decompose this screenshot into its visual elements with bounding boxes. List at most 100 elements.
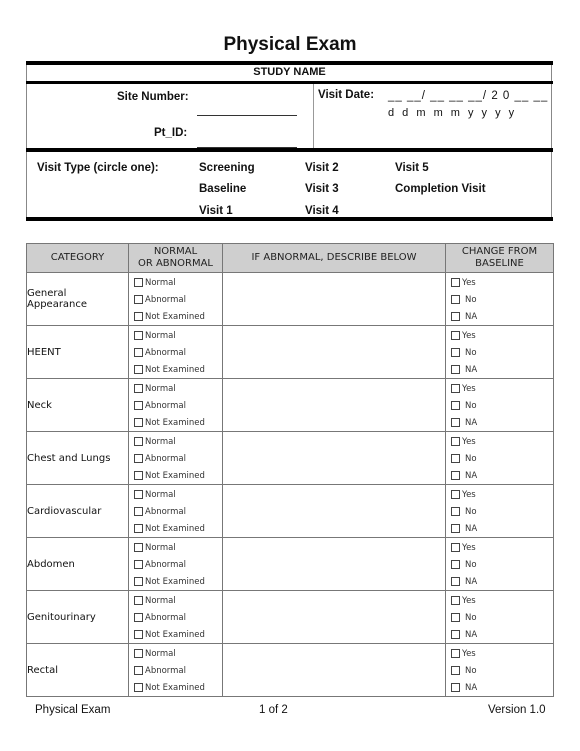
change-option[interactable]: Yes — [451, 274, 553, 291]
status-option[interactable]: Normal — [134, 380, 222, 397]
checkbox-icon[interactable] — [134, 649, 143, 658]
checkbox-icon[interactable] — [451, 365, 460, 374]
checkbox-icon[interactable] — [134, 630, 143, 639]
checkbox-icon[interactable] — [451, 666, 460, 675]
change-option[interactable]: Yes — [451, 486, 553, 503]
checkbox-icon[interactable] — [134, 666, 143, 675]
checkbox-icon[interactable] — [134, 348, 143, 357]
checkbox-icon[interactable] — [451, 613, 460, 622]
change-option[interactable]: Yes — [451, 380, 553, 397]
status-option[interactable]: Abnormal — [134, 556, 222, 573]
status-option[interactable]: Abnormal — [134, 344, 222, 361]
checkbox-icon[interactable] — [451, 418, 460, 427]
status-option[interactable]: Normal — [134, 327, 222, 344]
change-option[interactable]: No — [451, 503, 553, 520]
change-option[interactable]: No — [451, 397, 553, 414]
change-option[interactable]: Yes — [451, 433, 553, 450]
status-option[interactable]: Abnormal — [134, 397, 222, 414]
checkbox-icon[interactable] — [134, 331, 143, 340]
visit-date-field[interactable]: __ __/ __ __ __/ 2 0 __ __ — [388, 90, 548, 102]
checkbox-icon[interactable] — [134, 295, 143, 304]
status-option[interactable]: Normal — [134, 274, 222, 291]
status-option[interactable]: Not Examined — [134, 308, 222, 325]
change-option[interactable]: Yes — [451, 592, 553, 609]
change-option[interactable]: No — [451, 609, 553, 626]
checkbox-icon[interactable] — [134, 524, 143, 533]
checkbox-icon[interactable] — [134, 490, 143, 499]
status-option[interactable]: Abnormal — [134, 450, 222, 467]
status-option[interactable]: Not Examined — [134, 414, 222, 431]
checkbox-icon[interactable] — [451, 560, 460, 569]
describe-field[interactable] — [222, 431, 446, 485]
checkbox-icon[interactable] — [451, 348, 460, 357]
checkbox-icon[interactable] — [134, 596, 143, 605]
checkbox-icon[interactable] — [451, 437, 460, 446]
checkbox-icon[interactable] — [134, 560, 143, 569]
checkbox-icon[interactable] — [134, 454, 143, 463]
change-option[interactable]: NA — [451, 308, 553, 325]
checkbox-icon[interactable] — [134, 384, 143, 393]
visit-type-visit-2[interactable]: Visit 2 — [305, 162, 339, 174]
change-option[interactable]: No — [451, 662, 553, 679]
checkbox-icon[interactable] — [451, 312, 460, 321]
checkbox-icon[interactable] — [451, 490, 460, 499]
change-option[interactable]: Yes — [451, 327, 553, 344]
status-option[interactable]: Not Examined — [134, 467, 222, 484]
change-option[interactable]: NA — [451, 626, 553, 643]
checkbox-icon[interactable] — [134, 683, 143, 692]
visit-type-completion[interactable]: Completion Visit — [395, 183, 486, 195]
checkbox-icon[interactable] — [134, 577, 143, 586]
describe-field[interactable] — [222, 643, 446, 697]
change-option[interactable]: No — [451, 556, 553, 573]
checkbox-icon[interactable] — [134, 365, 143, 374]
checkbox-icon[interactable] — [451, 401, 460, 410]
visit-type-visit-4[interactable]: Visit 4 — [305, 205, 339, 217]
checkbox-icon[interactable] — [451, 454, 460, 463]
change-option[interactable]: No — [451, 344, 553, 361]
status-option[interactable]: Not Examined — [134, 626, 222, 643]
change-option[interactable]: No — [451, 291, 553, 308]
status-option[interactable]: Not Examined — [134, 361, 222, 378]
describe-field[interactable] — [222, 537, 446, 591]
status-option[interactable]: Not Examined — [134, 520, 222, 537]
status-option[interactable]: Not Examined — [134, 573, 222, 590]
checkbox-icon[interactable] — [134, 401, 143, 410]
checkbox-icon[interactable] — [451, 596, 460, 605]
checkbox-icon[interactable] — [451, 543, 460, 552]
describe-field[interactable] — [222, 272, 446, 326]
visit-type-baseline[interactable]: Baseline — [199, 183, 246, 195]
change-option[interactable]: NA — [451, 414, 553, 431]
change-option[interactable]: Yes — [451, 539, 553, 556]
checkbox-icon[interactable] — [451, 507, 460, 516]
status-option[interactable]: Abnormal — [134, 503, 222, 520]
status-option[interactable]: Abnormal — [134, 291, 222, 308]
checkbox-icon[interactable] — [451, 630, 460, 639]
visit-type-screening[interactable]: Screening — [199, 162, 255, 174]
checkbox-icon[interactable] — [451, 649, 460, 658]
checkbox-icon[interactable] — [134, 507, 143, 516]
status-option[interactable]: Abnormal — [134, 662, 222, 679]
status-option[interactable]: Normal — [134, 486, 222, 503]
describe-field[interactable] — [222, 378, 446, 432]
visit-type-visit-5[interactable]: Visit 5 — [395, 162, 429, 174]
status-option[interactable]: Not Examined — [134, 679, 222, 696]
status-option[interactable]: Normal — [134, 539, 222, 556]
visit-type-visit-1[interactable]: Visit 1 — [199, 205, 233, 217]
visit-type-visit-3[interactable]: Visit 3 — [305, 183, 339, 195]
checkbox-icon[interactable] — [451, 295, 460, 304]
change-option[interactable]: NA — [451, 679, 553, 696]
status-option[interactable]: Normal — [134, 592, 222, 609]
checkbox-icon[interactable] — [451, 683, 460, 692]
checkbox-icon[interactable] — [451, 384, 460, 393]
checkbox-icon[interactable] — [134, 437, 143, 446]
checkbox-icon[interactable] — [134, 613, 143, 622]
change-option[interactable]: NA — [451, 361, 553, 378]
checkbox-icon[interactable] — [451, 331, 460, 340]
checkbox-icon[interactable] — [451, 471, 460, 480]
status-option[interactable]: Normal — [134, 433, 222, 450]
change-option[interactable]: NA — [451, 573, 553, 590]
describe-field[interactable] — [222, 590, 446, 644]
status-option[interactable]: Abnormal — [134, 609, 222, 626]
checkbox-icon[interactable] — [134, 278, 143, 287]
status-option[interactable]: Normal — [134, 645, 222, 662]
